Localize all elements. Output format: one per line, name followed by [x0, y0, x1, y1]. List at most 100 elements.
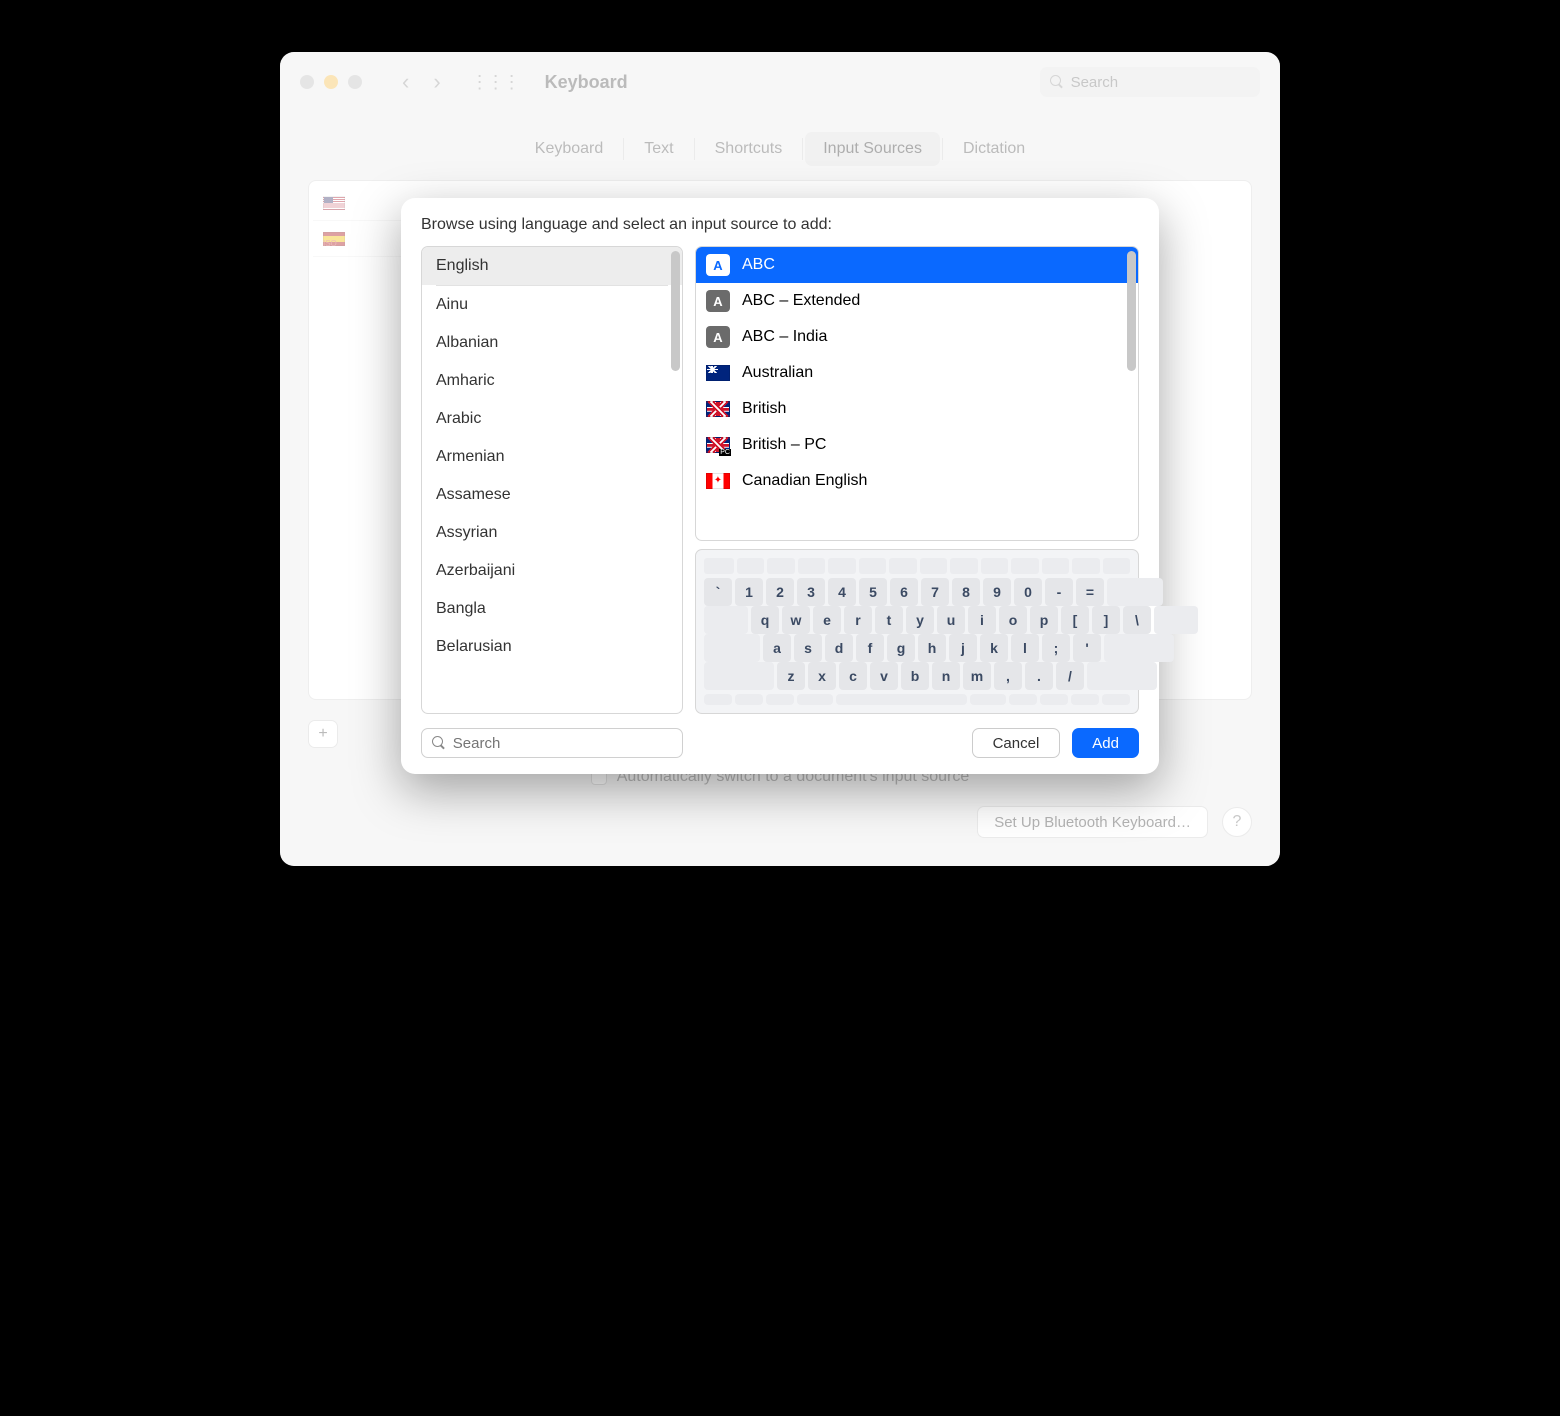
language-item[interactable]: Amharic [422, 362, 682, 400]
source-badge-icon: A [706, 290, 730, 312]
search-icon [1050, 75, 1063, 89]
sheet-title: Browse using language and select an inpu… [421, 216, 1139, 234]
input-source-label: Canadian English [742, 472, 867, 490]
tab-keyboard[interactable]: Keyboard [517, 132, 622, 166]
input-source-list[interactable]: A ABC A ABC – Extended A ABC – India Australia… [695, 246, 1139, 541]
window-footer: Set Up Bluetooth Keyboard… ? [280, 786, 1280, 866]
keyboard-key: . [1025, 662, 1053, 690]
keyboard-key: - [1045, 578, 1073, 606]
add-source-button[interactable]: + [309, 721, 337, 747]
system-preferences-window: ‹ › ⋮⋮⋮ Keyboard Keyboard Text Shortcuts… [280, 52, 1280, 866]
keyboard-key: j [949, 634, 977, 662]
preferences-search-input[interactable] [1071, 74, 1250, 91]
flag-icon [706, 365, 730, 381]
bluetooth-keyboard-button[interactable]: Set Up Bluetooth Keyboard… [977, 806, 1208, 838]
language-item[interactable]: Albanian [422, 324, 682, 362]
input-source-item[interactable]: A ABC – Extended [696, 283, 1138, 319]
keyboard-key: f [856, 634, 884, 662]
keyboard-key: v [870, 662, 898, 690]
help-button[interactable]: ? [1222, 807, 1252, 837]
forward-button[interactable]: › [425, 65, 448, 99]
add-input-source-sheet: Browse using language and select an inpu… [401, 198, 1159, 774]
keyboard-key: t [875, 606, 903, 634]
language-item[interactable]: Belarusian [422, 628, 682, 666]
add-remove-toolbar: + [308, 720, 338, 748]
keyboard-key: r [844, 606, 872, 634]
input-source-label: ABC – Extended [742, 292, 860, 310]
scrollbar[interactable] [1127, 251, 1136, 371]
preferences-search[interactable] [1040, 67, 1260, 97]
language-item[interactable]: Ainu [422, 286, 682, 324]
input-source-label: Australian [742, 364, 813, 382]
keyboard-key: \ [1123, 606, 1151, 634]
language-list[interactable]: EnglishAinuAlbanianAmharicArabicArmenian… [421, 246, 683, 714]
tab-shortcuts[interactable]: Shortcuts [697, 132, 801, 166]
source-badge-icon: A [706, 254, 730, 276]
keyboard-key: = [1076, 578, 1104, 606]
spacebar-key [836, 694, 967, 705]
input-source-item[interactable]: British – PC [696, 427, 1138, 463]
keyboard-key: 9 [983, 578, 1011, 606]
keyboard-key: o [999, 606, 1027, 634]
input-source-item[interactable]: British [696, 391, 1138, 427]
input-source-label: British – PC [742, 436, 826, 454]
language-item[interactable]: Bangla [422, 590, 682, 628]
language-item[interactable]: Assamese [422, 476, 682, 514]
keyboard-key: 4 [828, 578, 856, 606]
tab-input-sources[interactable]: Input Sources [805, 132, 940, 166]
scrollbar[interactable] [671, 251, 680, 371]
input-source-item[interactable]: Canadian English [696, 463, 1138, 499]
language-item[interactable]: Azerbaijani [422, 552, 682, 590]
flag-icon [706, 437, 730, 453]
keyboard-key: 1 [735, 578, 763, 606]
flag-subscript: ISO [323, 239, 337, 248]
preference-tabs: Keyboard Text Shortcuts Input Sources Di… [280, 132, 1280, 166]
flag-icon [706, 473, 730, 489]
cancel-button[interactable]: Cancel [972, 728, 1061, 758]
keyboard-key: ] [1092, 606, 1120, 634]
keyboard-key: b [901, 662, 929, 690]
keyboard-key: m [963, 662, 991, 690]
input-source-label: ABC – India [742, 328, 827, 346]
input-source-label: ABC [742, 256, 775, 274]
input-source-item[interactable]: A ABC – India [696, 319, 1138, 355]
keyboard-key: l [1011, 634, 1039, 662]
keyboard-key: h [918, 634, 946, 662]
keyboard-key: ; [1042, 634, 1070, 662]
search-icon [432, 736, 445, 750]
keyboard-key: , [994, 662, 1022, 690]
add-button[interactable]: Add [1072, 728, 1139, 758]
keyboard-key: 0 [1014, 578, 1042, 606]
input-source-item[interactable]: Australian [696, 355, 1138, 391]
minimize-window-button[interactable] [324, 75, 338, 89]
keyboard-key: s [794, 634, 822, 662]
keyboard-key: [ [1061, 606, 1089, 634]
source-badge-icon: A [706, 326, 730, 348]
zoom-window-button[interactable] [348, 75, 362, 89]
sheet-search-input[interactable] [453, 735, 672, 752]
language-item[interactable]: Assyrian [422, 514, 682, 552]
close-window-button[interactable] [300, 75, 314, 89]
keyboard-key: g [887, 634, 915, 662]
language-item[interactable]: Armenian [422, 438, 682, 476]
language-item[interactable]: Arabic [422, 400, 682, 438]
back-button[interactable]: ‹ [394, 65, 417, 99]
tab-text[interactable]: Text [626, 132, 691, 166]
keyboard-key: a [763, 634, 791, 662]
keyboard-key: ' [1073, 634, 1101, 662]
keyboard-key: 3 [797, 578, 825, 606]
keyboard-key: x [808, 662, 836, 690]
tab-dictation[interactable]: Dictation [945, 132, 1043, 166]
titlebar: ‹ › ⋮⋮⋮ Keyboard [280, 52, 1280, 112]
window-controls [300, 75, 362, 89]
keyboard-key: 5 [859, 578, 887, 606]
keyboard-key: u [937, 606, 965, 634]
language-item[interactable]: English [422, 247, 682, 285]
sheet-search[interactable] [421, 728, 683, 758]
keyboard-key: / [1056, 662, 1084, 690]
input-source-label: British [742, 400, 786, 418]
show-all-icon[interactable]: ⋮⋮⋮ [471, 72, 519, 93]
keyboard-key: n [932, 662, 960, 690]
input-source-item[interactable]: A ABC [696, 247, 1138, 283]
keyboard-key: 8 [952, 578, 980, 606]
